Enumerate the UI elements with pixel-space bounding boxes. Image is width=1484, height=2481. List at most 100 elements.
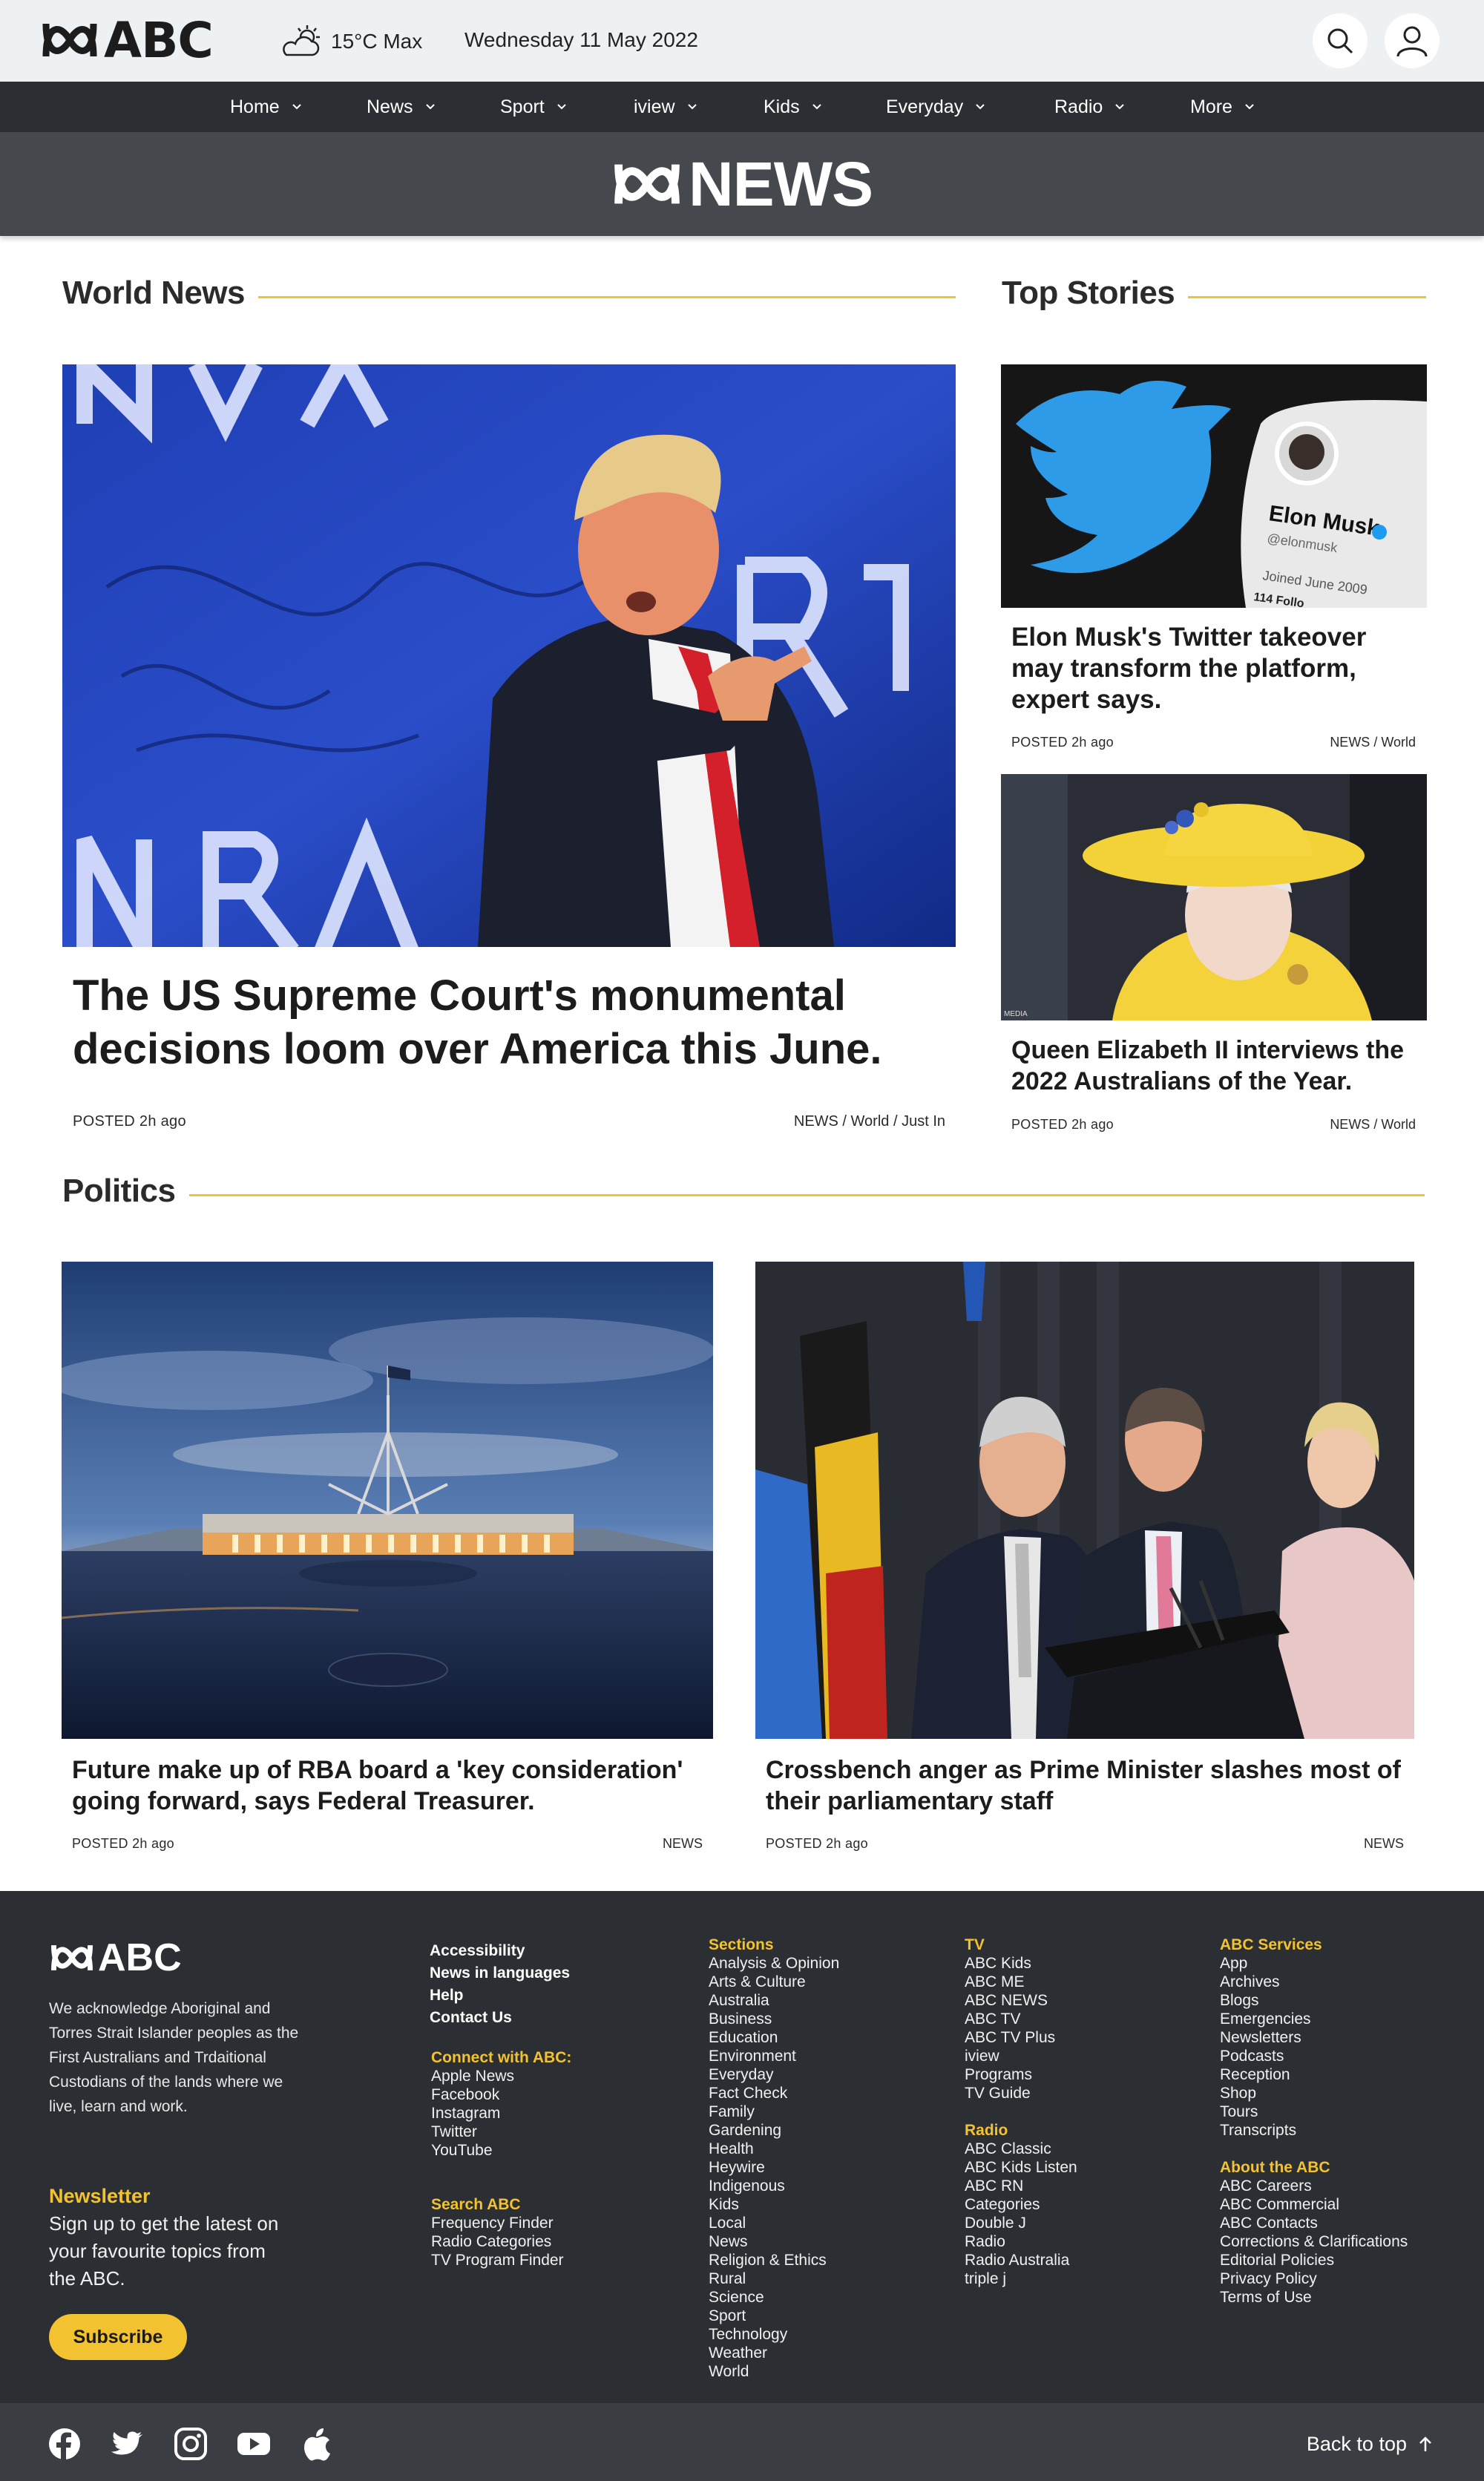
footer-link[interactable]: Help <box>430 1985 570 2007</box>
footer-link[interactable]: Transcripts <box>1220 2121 1322 2140</box>
politics-headline[interactable]: Future make up of RBA board a 'key consi… <box>72 1754 710 1817</box>
nav-item-more[interactable]: More <box>1190 82 1255 132</box>
twitter-story-image[interactable]: Elon Musk @elonmusk Joined June 2009 114… <box>1001 364 1427 608</box>
top-story-headline[interactable]: Queen Elizabeth II interviews the 2022 A… <box>1011 1035 1419 1097</box>
instagram-icon[interactable] <box>174 2427 208 2461</box>
footer-link[interactable]: Local <box>709 2214 839 2232</box>
account-button[interactable] <box>1385 13 1439 68</box>
footer-link[interactable]: TV Guide <box>965 2084 1055 2103</box>
queen-story-image[interactable]: MEDIA <box>1001 774 1427 1020</box>
footer-link[interactable]: ABC Commercial <box>1220 2195 1408 2214</box>
footer-link[interactable]: triple j <box>965 2269 1077 2288</box>
story-tags[interactable]: NEWS / World <box>1232 1117 1416 1133</box>
footer-link[interactable]: Double J <box>965 2214 1077 2232</box>
footer-link[interactable]: Tours <box>1220 2103 1322 2121</box>
footer-link[interactable]: Environment <box>709 2047 839 2065</box>
parliament-story-image[interactable] <box>62 1262 713 1739</box>
footer-link[interactable]: Categories <box>965 2195 1077 2214</box>
footer-link[interactable]: ABC ME <box>965 1973 1055 1991</box>
footer-link[interactable]: Arts & Culture <box>709 1973 839 1991</box>
footer-link[interactable]: ABC TV <box>965 2010 1055 2028</box>
nav-item-iview[interactable]: iview <box>634 82 697 132</box>
footer-link[interactable]: Apple News <box>431 2067 571 2085</box>
footer-link[interactable]: Gardening <box>709 2121 839 2140</box>
footer-link[interactable]: Weather <box>709 2344 839 2362</box>
news-banner[interactable]: NEWS <box>0 132 1484 236</box>
footer-link[interactable]: World <box>709 2362 839 2381</box>
footer-link[interactable]: Blogs <box>1220 1991 1322 2010</box>
footer-link[interactable]: ABC Contacts <box>1220 2214 1408 2232</box>
footer-link[interactable]: Privacy Policy <box>1220 2269 1408 2288</box>
footer-link[interactable]: Twitter <box>431 2123 571 2141</box>
top-story-headline[interactable]: Elon Musk's Twitter takeover may transfo… <box>1011 622 1412 715</box>
facebook-icon[interactable] <box>47 2427 82 2461</box>
footer-link[interactable]: Radio <box>965 2232 1077 2251</box>
footer-link[interactable]: Indigenous <box>709 2177 839 2195</box>
footer-link[interactable]: ABC TV Plus <box>965 2028 1055 2047</box>
footer-link[interactable]: Education <box>709 2028 839 2047</box>
footer-link[interactable]: Fact Check <box>709 2084 839 2103</box>
apple-icon[interactable] <box>301 2427 335 2461</box>
footer-link[interactable]: Radio Categories <box>431 2232 564 2251</box>
footer-link[interactable]: ABC Careers <box>1220 2177 1408 2195</box>
footer-abc-logo[interactable]: ABC <box>49 1936 182 1980</box>
footer-link[interactable]: Australia <box>709 1991 839 2010</box>
footer-link[interactable]: Newsletters <box>1220 2028 1322 2047</box>
footer-link[interactable]: Religion & Ethics <box>709 2251 839 2269</box>
footer-link[interactable]: ABC NEWS <box>965 1991 1055 2010</box>
footer-link[interactable]: Facebook <box>431 2085 571 2104</box>
footer-link[interactable]: Analysis & Opinion <box>709 1954 839 1973</box>
footer-link[interactable]: ABC Kids <box>965 1954 1055 1973</box>
world-lead-headline[interactable]: The US Supreme Court's monumental decisi… <box>73 969 948 1076</box>
footer-link[interactable]: News in languages <box>430 1962 570 1985</box>
footer-link[interactable]: Terms of Use <box>1220 2288 1408 2307</box>
footer-link[interactable]: Radio Australia <box>965 2251 1077 2269</box>
footer-link[interactable]: Heywire <box>709 2158 839 2177</box>
footer-link[interactable]: Everyday <box>709 2065 839 2084</box>
footer-link[interactable]: Corrections & Clarifications <box>1220 2232 1408 2251</box>
story-tags[interactable]: NEWS / World <box>1232 735 1416 750</box>
footer-link[interactable]: Archives <box>1220 1973 1322 1991</box>
twitter-icon[interactable] <box>110 2427 144 2461</box>
footer-link[interactable]: Frequency Finder <box>431 2214 564 2232</box>
nav-item-kids[interactable]: Kids <box>764 82 822 132</box>
youtube-icon[interactable] <box>237 2427 271 2461</box>
story-tags[interactable]: NEWS / World / Just In <box>594 1113 945 1130</box>
world-lead-image[interactable] <box>62 364 956 947</box>
footer-link[interactable]: Health <box>709 2140 839 2158</box>
footer-link[interactable]: TV Program Finder <box>431 2251 564 2269</box>
search-button[interactable] <box>1313 13 1368 68</box>
footer-link[interactable]: Reception <box>1220 2065 1322 2084</box>
footer-link[interactable]: ABC Classic <box>965 2140 1077 2158</box>
nav-item-home[interactable]: Home <box>230 82 302 132</box>
weather-widget[interactable]: 15°C Max <box>279 24 422 59</box>
footer-link[interactable]: Contact Us <box>430 2007 570 2029</box>
pm-story-image[interactable] <box>755 1262 1414 1739</box>
footer-link[interactable]: Editorial Policies <box>1220 2251 1408 2269</box>
footer-link[interactable]: Technology <box>709 2325 839 2344</box>
footer-link[interactable]: Accessibility <box>430 1940 570 1962</box>
politics-headline[interactable]: Crossbench anger as Prime Minister slash… <box>766 1754 1411 1817</box>
footer-link[interactable]: Podcasts <box>1220 2047 1322 2065</box>
footer-link[interactable]: ABC RN <box>965 2177 1077 2195</box>
nav-item-news[interactable]: News <box>367 82 436 132</box>
story-tags[interactable]: NEWS <box>519 1836 703 1852</box>
footer-link[interactable]: Rural <box>709 2269 839 2288</box>
footer-link[interactable]: App <box>1220 1954 1322 1973</box>
footer-link[interactable]: Shop <box>1220 2084 1322 2103</box>
back-to-top-link[interactable]: Back to top <box>1307 2433 1435 2456</box>
footer-link[interactable]: ABC Kids Listen <box>965 2158 1077 2177</box>
footer-link[interactable]: YouTube <box>431 2141 571 2160</box>
nav-item-radio[interactable]: Radio <box>1054 82 1125 132</box>
footer-link[interactable]: Programs <box>965 2065 1055 2084</box>
footer-link[interactable]: iview <box>965 2047 1055 2065</box>
footer-link[interactable]: News <box>709 2232 839 2251</box>
nav-item-sport[interactable]: Sport <box>500 82 567 132</box>
footer-link[interactable]: Business <box>709 2010 839 2028</box>
story-tags[interactable]: NEWS <box>1217 1836 1404 1852</box>
nav-item-everyday[interactable]: Everyday <box>886 82 985 132</box>
subscribe-button[interactable]: Subscribe <box>49 2314 187 2360</box>
footer-link[interactable]: Kids <box>709 2195 839 2214</box>
abc-logo[interactable]: ABC <box>40 12 214 69</box>
footer-link[interactable]: Instagram <box>431 2104 571 2123</box>
